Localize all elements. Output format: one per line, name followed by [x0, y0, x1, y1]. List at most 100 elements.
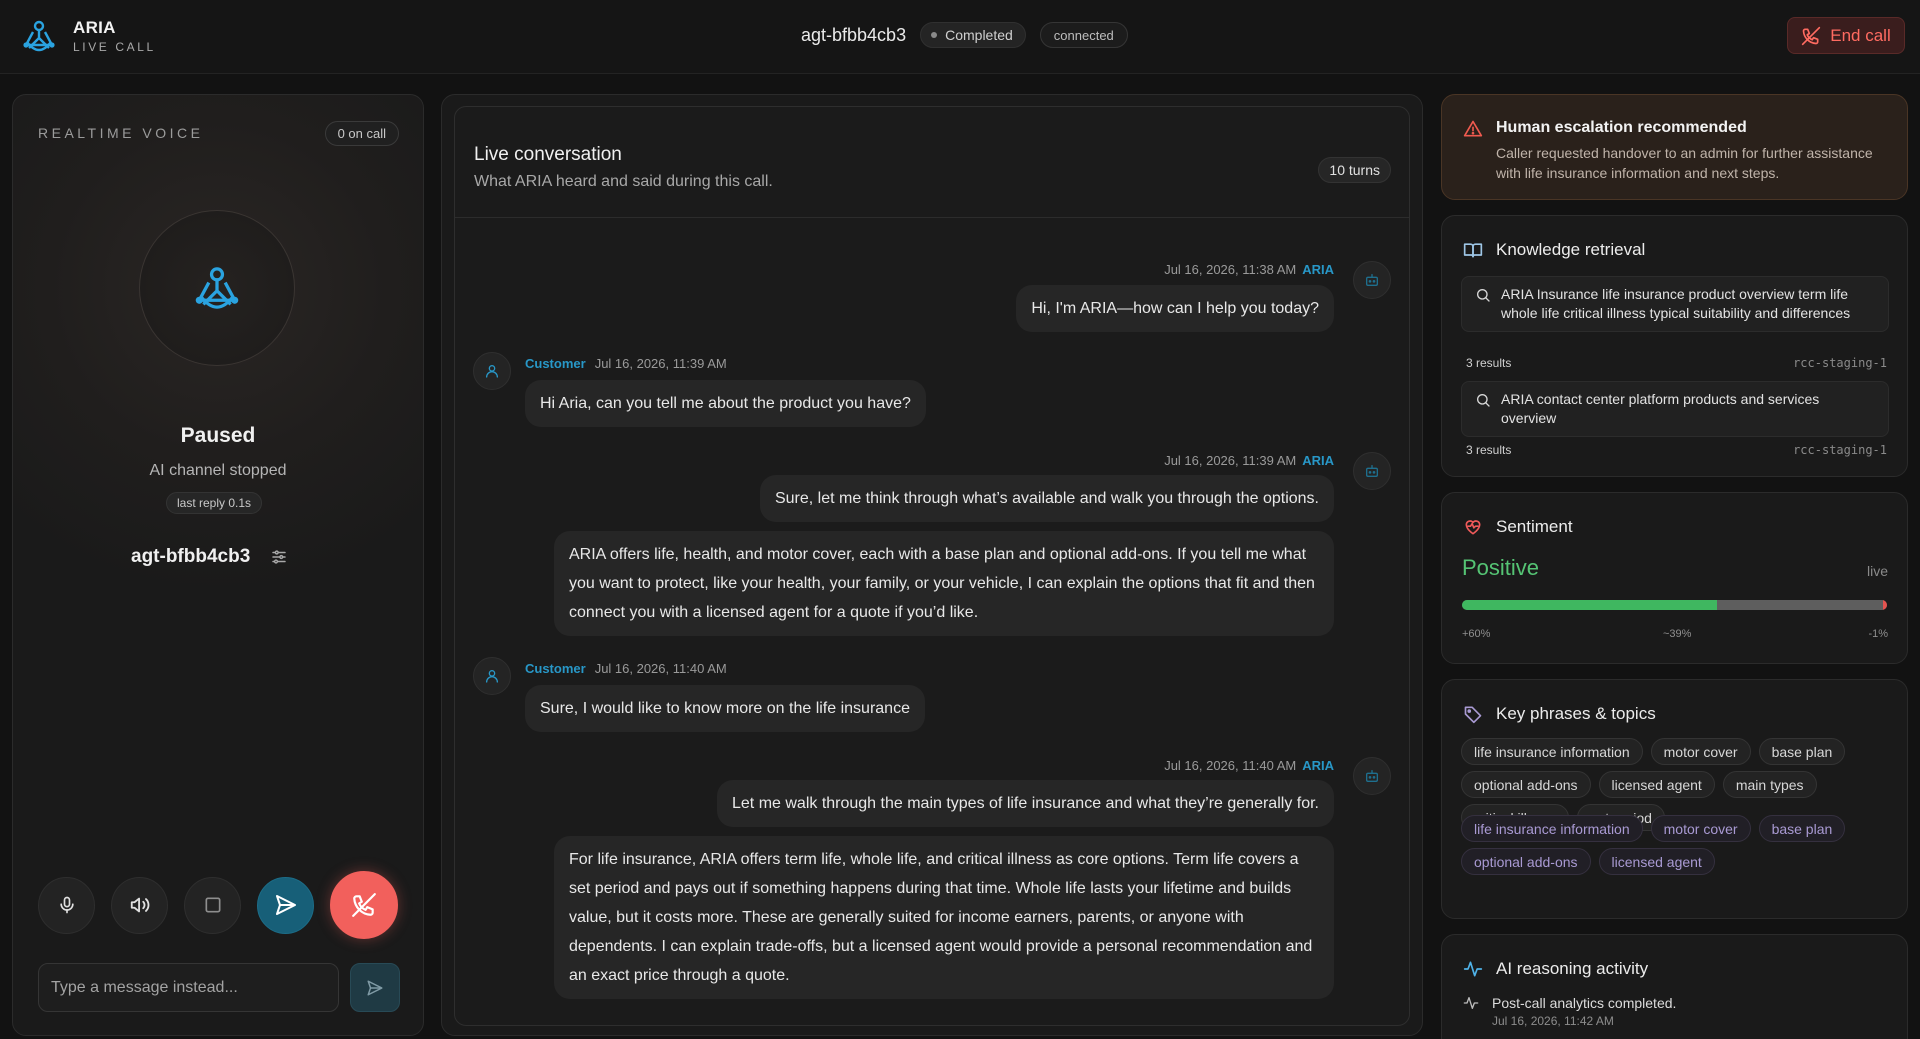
end-call-label: End call [1830, 25, 1891, 45]
customer-avatar [473, 657, 511, 695]
brand-subtitle: LIVE CALL [73, 40, 156, 54]
sentiment-positive-segment [1462, 600, 1717, 610]
key-phrase-tag[interactable]: licensed agent [1598, 771, 1715, 798]
escalation-title: Human escalation recommended [1496, 119, 1747, 136]
key-phrase-tag[interactable]: main types [1722, 771, 1817, 798]
speaker-icon [129, 894, 151, 916]
ai-activity-time: Jul 16, 2026, 11:42 AM [1492, 1014, 1614, 1028]
escalation-body: Caller requested handover to an admin fo… [1496, 145, 1873, 181]
message-meta: Customer Jul 16, 2026, 11:40 AM [525, 661, 727, 676]
key-phrase-tag[interactable]: motor cover [1650, 738, 1751, 765]
retrieval-query[interactable]: ARIA Insurance life insurance product ov… [1461, 276, 1889, 332]
aria-logo-icon [17, 14, 61, 58]
stop-icon [203, 895, 223, 915]
message-author: ARIA [1302, 262, 1334, 277]
key-phrase-tag[interactable]: optional add-ons [1461, 771, 1591, 798]
voice-panel: REALTIME VOICE 0 on call Paused AI chann… [12, 94, 424, 1036]
conversation-panel: Live conversation What ARIA heard and sa… [441, 94, 1423, 1036]
key-phrases-card: Key phrases & topics life insurance info… [1441, 679, 1908, 919]
tag-icon [1463, 704, 1483, 724]
ai-activity-entry: Post-call analytics completed. Jul 16, 2… [1463, 995, 1676, 1028]
aria-bubble: For life insurance, ARIA offers term lif… [554, 836, 1334, 999]
knowledge-title: Knowledge retrieval [1496, 240, 1646, 259]
message-time: Jul 16, 2026, 11:40 AM [594, 661, 727, 676]
conversation-subtitle: What ARIA heard and said during this cal… [474, 173, 773, 190]
end-call-button[interactable]: End call [1787, 17, 1905, 54]
search-icon [1475, 392, 1491, 408]
phone-off-icon [1801, 26, 1830, 46]
customer-avatar [473, 352, 511, 390]
bot-icon [1364, 463, 1380, 479]
query-results-count: 3 results [1466, 356, 1512, 370]
conversation-title: Live conversation [474, 144, 622, 165]
key-phrase-tag[interactable]: base plan [1758, 738, 1846, 765]
book-icon [1463, 240, 1483, 260]
user-icon [484, 363, 500, 379]
top-bar: ARIA LIVE CALL agt-bfbb4cb3 Completed co… [0, 0, 1920, 74]
message-meta: Jul 16, 2026, 11:40 AM ARIA [1164, 758, 1334, 773]
brand: ARIA LIVE CALL [17, 14, 156, 58]
call-controls [38, 871, 398, 939]
on-call-badge: 0 on call [324, 121, 399, 146]
key-phrase-tag[interactable]: life insurance information [1461, 815, 1643, 842]
aria-bubble: Hi, I'm ARIA—how can I help you today? [1016, 285, 1334, 332]
speaker-button[interactable] [111, 876, 168, 934]
query-text: ARIA contact center platform products an… [1501, 391, 1820, 426]
voice-agent-id: agt-bfbb4cb3 [131, 546, 251, 567]
hang-up-button[interactable] [330, 871, 398, 939]
customer-bubble: Sure, I would like to know more on the l… [525, 685, 925, 732]
query-results-count: 3 results [1466, 443, 1512, 457]
microphone-icon [57, 895, 77, 915]
sentiment-bar [1462, 600, 1887, 610]
message-time: Jul 16, 2026, 11:39 AM [594, 356, 727, 371]
voice-state: Paused [180, 424, 256, 447]
ai-activity-message: Post-call analytics completed. [1492, 995, 1677, 1011]
conversation-card: Live conversation What ARIA heard and sa… [454, 106, 1410, 1026]
mic-button[interactable] [38, 876, 95, 934]
message-time: Jul 16, 2026, 11:38 AM [1164, 262, 1297, 277]
status-dot-icon [931, 32, 938, 38]
brand-name: ARIA [73, 18, 116, 37]
activity-icon [1463, 995, 1479, 1028]
voice-state-detail: AI channel stopped [149, 462, 287, 479]
key-phrase-tag[interactable]: licensed agent [1598, 848, 1715, 875]
sliders-icon[interactable] [270, 548, 288, 566]
sentiment-live-label: live [1866, 563, 1888, 579]
sentiment-negative-label: -1% [1868, 628, 1888, 640]
key-phrase-tag[interactable]: base plan [1758, 815, 1846, 842]
sentiment-positive-label: +60% [1462, 628, 1491, 640]
key-phrase-tag[interactable]: life insurance information [1461, 738, 1643, 765]
message-author: Customer [525, 661, 586, 676]
knowledge-retrieval-card: Knowledge retrieval ARIA Insurance life … [1441, 215, 1908, 477]
sentiment-neutral-label: ~39% [1663, 628, 1692, 640]
query-source: rcc-staging-1 [1793, 443, 1887, 457]
bot-avatar [1353, 757, 1391, 795]
message-send-button[interactable] [350, 963, 400, 1012]
send-icon [274, 893, 298, 917]
key-phrase-tag[interactable]: optional add-ons [1461, 848, 1591, 875]
stop-button[interactable] [184, 876, 241, 934]
bot-avatar [1353, 261, 1391, 299]
header-agent-id: agt-bfbb4cb3 [801, 24, 907, 45]
send-voice-button[interactable] [257, 876, 314, 934]
status-badge: Completed [920, 22, 1026, 48]
last-reply-badge: last reply 0.1s [166, 492, 263, 514]
phone-off-icon [351, 892, 377, 918]
turns-badge: 10 turns [1318, 157, 1391, 183]
message-author: ARIA [1302, 453, 1334, 468]
heart-pulse-icon [1463, 517, 1483, 537]
search-icon [1475, 287, 1491, 303]
retrieval-query[interactable]: ARIA contact center platform products an… [1461, 381, 1889, 437]
key-phrase-tag[interactable]: motor cover [1650, 815, 1751, 842]
escalation-card: Human escalation recommended Caller requ… [1441, 94, 1908, 200]
call-identity: agt-bfbb4cb3 Completed connected [801, 22, 1128, 48]
message-meta: Jul 16, 2026, 11:38 AM ARIA [1164, 262, 1334, 277]
sentiment-value: Positive [1462, 555, 1540, 580]
key-phrases-title: Key phrases & topics [1496, 704, 1656, 723]
ai-activity-card: AI reasoning activity Post-call analytic… [1441, 934, 1908, 1039]
message-author: ARIA [1302, 758, 1334, 773]
bot-icon [1364, 768, 1380, 784]
query-source: rcc-staging-1 [1793, 356, 1887, 370]
message-input[interactable] [38, 963, 339, 1012]
message-time: Jul 16, 2026, 11:39 AM [1164, 453, 1297, 468]
